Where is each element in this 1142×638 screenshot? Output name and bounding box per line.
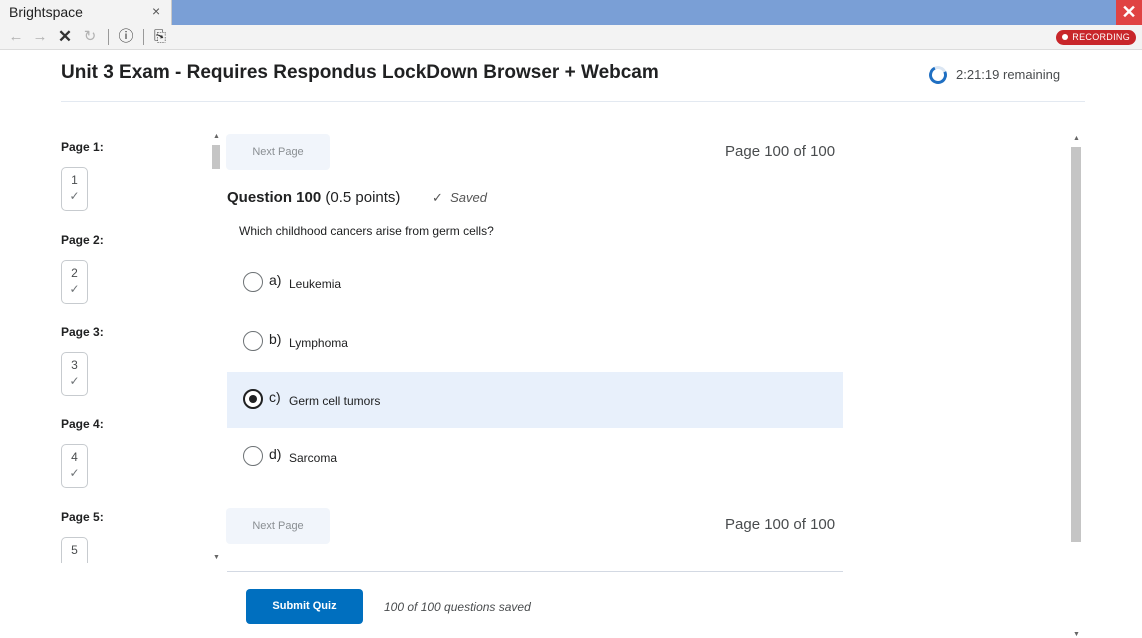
browser-toolbar: ← → ✕ ↻ ⓘ ⎘ — [0, 25, 1142, 50]
page-title: Unit 3 Exam - Requires Respondus LockDow… — [61, 62, 659, 83]
page-icon[interactable]: ⎘ — [150, 27, 170, 47]
question-text: Which childhood cancers arise from germ … — [239, 224, 494, 238]
nav-page-label: Page 1: — [61, 140, 104, 154]
saved-status: ✓ Saved — [432, 190, 487, 206]
nav-question-2-button[interactable]: 2 ✓ — [61, 260, 88, 304]
option-letter: d) — [269, 446, 282, 462]
nav-page-5: Page 5: 5 — [61, 510, 104, 563]
nav-question-1-button[interactable]: 1 ✓ — [61, 167, 88, 211]
nav-page-3: Page 3: 3 ✓ — [61, 325, 104, 396]
tab-close-icon[interactable]: × — [152, 3, 160, 19]
scroll-up-arrow-icon[interactable]: ▲ — [1073, 135, 1080, 142]
nav-page-label: Page 2: — [61, 233, 104, 247]
question-number: Question 100 — [227, 189, 322, 206]
scroll-up-arrow-icon[interactable]: ▲ — [213, 133, 220, 140]
check-icon: ✓ — [69, 282, 80, 296]
nav-question-number: 4 — [71, 450, 78, 464]
recording-label: RECORDING — [1072, 32, 1130, 42]
option-b[interactable]: b) Lymphoma — [227, 314, 843, 370]
toolbar-divider — [143, 29, 144, 45]
recording-dot-icon — [1062, 34, 1069, 40]
nav-question-4-button[interactable]: 4 ✓ — [61, 444, 88, 488]
nav-page-label: Page 3: — [61, 325, 104, 339]
nav-question-5-button[interactable]: 5 — [61, 537, 88, 563]
toolbar-divider — [108, 29, 109, 45]
page-navigator: Page 1: 1 ✓ Page 2: 2 ✓ Page 3: 3 ✓ Page… — [61, 135, 191, 563]
option-text: Germ cell tumors — [289, 394, 381, 408]
radio-button[interactable] — [243, 331, 263, 351]
nav-page-2: Page 2: 2 ✓ — [61, 233, 104, 304]
info-icon[interactable]: ⓘ — [116, 27, 136, 47]
nav-page-1: Page 1: 1 ✓ — [61, 140, 104, 211]
radio-button-selected[interactable] — [243, 389, 263, 409]
radio-button[interactable] — [243, 272, 263, 292]
forward-arrow-icon[interactable]: → — [30, 27, 50, 47]
scroll-down-arrow-icon[interactable]: ▼ — [1073, 631, 1080, 638]
option-a[interactable]: a) Leukemia — [227, 255, 843, 311]
recording-badge: RECORDING — [1056, 30, 1136, 45]
next-page-button-bottom[interactable]: Next Page — [226, 508, 330, 544]
check-icon: ✓ — [69, 466, 80, 480]
nav-question-number: 1 — [71, 173, 78, 187]
page-indicator-bottom: Page 100 of 100 — [725, 516, 836, 533]
tab-title: Brightspace — [9, 4, 83, 20]
nav-question-3-button[interactable]: 3 ✓ — [61, 352, 88, 396]
check-icon: ✓ — [432, 190, 443, 205]
nav-question-number: 5 — [71, 543, 78, 557]
page-indicator-top: Page 100 of 100 — [725, 143, 836, 160]
navigator-scrollbar[interactable]: ▲ ▼ — [210, 133, 224, 561]
submit-quiz-button[interactable]: Submit Quiz — [246, 589, 363, 624]
browser-tab-bar: Brightspace × ✕ — [0, 0, 1142, 25]
next-page-button-top[interactable]: Next Page — [226, 134, 330, 170]
saved-label: Saved — [450, 190, 488, 205]
nav-question-number: 3 — [71, 358, 78, 372]
window-close-button[interactable]: ✕ — [1116, 0, 1142, 25]
check-icon: ✓ — [69, 189, 80, 203]
scroll-down-arrow-icon[interactable]: ▼ — [213, 554, 220, 561]
browser-tab[interactable]: Brightspace × — [0, 0, 172, 25]
scrollbar-thumb[interactable] — [212, 145, 220, 169]
radio-dot-icon — [249, 395, 257, 403]
header-divider — [61, 101, 1085, 102]
scrollbar-thumb[interactable] — [1071, 147, 1081, 542]
saved-count: 100 of 100 questions saved — [384, 600, 531, 614]
timer-progress-icon — [926, 63, 950, 87]
radio-button[interactable] — [243, 446, 263, 466]
option-text: Sarcoma — [289, 451, 338, 465]
nav-page-4: Page 4: 4 ✓ — [61, 417, 104, 488]
nav-page-label: Page 5: — [61, 510, 104, 524]
stop-icon[interactable]: ✕ — [55, 27, 75, 47]
time-remaining: 2:21:19 remaining — [956, 67, 1061, 82]
reload-icon[interactable]: ↻ — [80, 27, 100, 47]
option-text: Lymphoma — [289, 336, 348, 350]
option-letter: c) — [269, 389, 281, 405]
question-title: Question 100 (0.5 points) — [227, 189, 400, 206]
footer-divider — [227, 571, 843, 572]
check-icon: ✓ — [69, 374, 80, 388]
option-letter: a) — [269, 272, 282, 288]
option-c[interactable]: c) Germ cell tumors — [227, 372, 843, 428]
page-scrollbar[interactable]: ▲ ▼ — [1068, 135, 1084, 638]
nav-question-number: 2 — [71, 266, 78, 280]
question-points: (0.5 points) — [325, 189, 401, 206]
back-arrow-icon[interactable]: ← — [6, 27, 26, 47]
option-d[interactable]: d) Sarcoma — [227, 429, 843, 485]
option-text: Leukemia — [289, 277, 342, 291]
option-letter: b) — [269, 331, 282, 347]
nav-page-label: Page 4: — [61, 417, 104, 431]
